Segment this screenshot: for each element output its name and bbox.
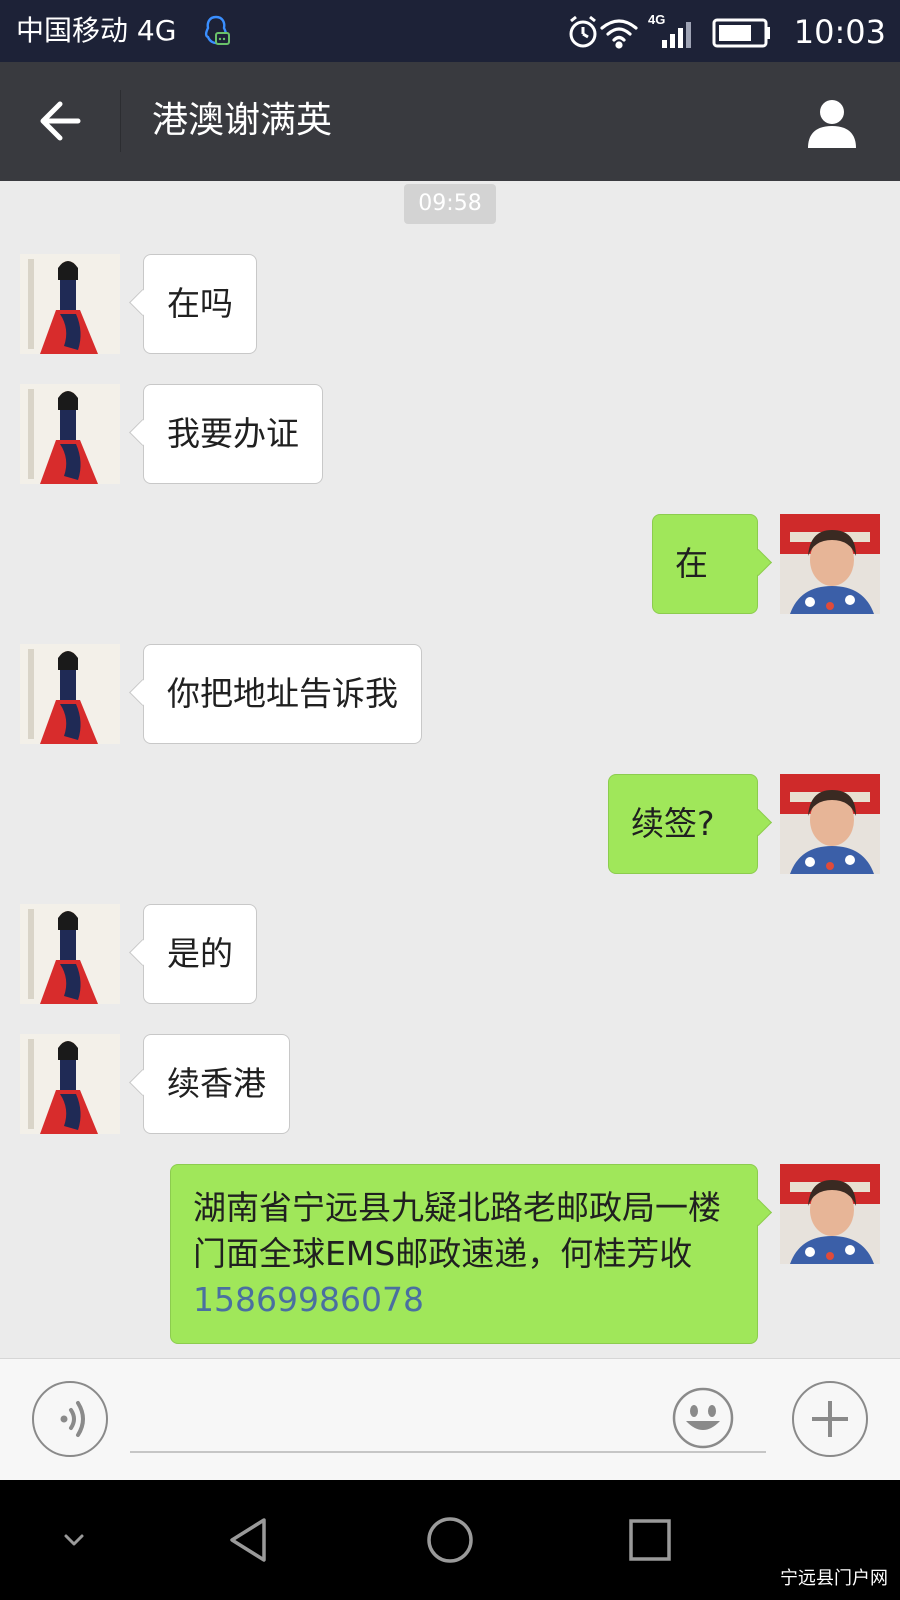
emoji-icon[interactable] [672,1387,734,1449]
voice-icon [60,1401,85,1437]
page-title: 港澳谢满英 [152,100,333,141]
phone-link[interactable]: 15869986078 [193,1280,424,1319]
user-portrait-icon [780,514,880,614]
user-portrait-icon [780,774,880,874]
back-triangle-icon[interactable] [220,1510,280,1570]
plus-icon [812,1401,848,1437]
contact-avatar[interactable] [20,1034,120,1134]
contact-portrait-icon [20,384,120,484]
system-icons: 4G [569,12,770,49]
battery-icon [712,18,770,48]
contact-portrait-icon [20,904,120,1004]
carrier-label: 中国移动 4G [16,14,177,47]
incoming-message[interactable]: 我要办证 [143,384,323,484]
chevron-down-icon[interactable] [44,1510,104,1570]
user-portrait-icon [780,1164,880,1264]
qq-icon [204,15,230,45]
svg-text:4G: 4G [648,12,665,27]
my-avatar[interactable] [780,774,880,874]
more-button[interactable] [792,1381,868,1457]
voice-button[interactable] [32,1381,108,1457]
message-timestamp: 09:58 [404,184,496,224]
profile-icon[interactable] [804,96,860,150]
recents-square-icon[interactable] [620,1510,680,1570]
outgoing-message[interactable]: 在 [652,514,758,614]
message-input-bar [0,1358,900,1481]
contact-avatar[interactable] [20,644,120,744]
outgoing-message[interactable]: 湖南省宁远县九疑北路老邮政局一楼门面全球EMS邮政速递，何桂芳收 15869986… [170,1164,758,1344]
status-bar: 中国移动 4G 4G 10:03 [0,0,900,62]
contact-avatar[interactable] [20,254,120,354]
message-input[interactable] [130,1389,766,1453]
system-nav-bar: 宁远县门户网 [0,1480,900,1600]
clock: 10:03 [793,13,886,51]
back-arrow-icon[interactable] [36,96,84,146]
incoming-message[interactable]: 续香港 [143,1034,290,1134]
contact-portrait-icon [20,644,120,744]
contact-portrait-icon [20,254,120,354]
my-avatar[interactable] [780,1164,880,1264]
outgoing-message[interactable]: 续签? [608,774,758,874]
signal-icon: 4G [648,12,691,48]
chat-header: 港澳谢满英 [0,62,900,181]
contact-portrait-icon [20,1034,120,1134]
incoming-message[interactable]: 是的 [143,904,257,1004]
incoming-message[interactable]: 在吗 [143,254,257,354]
contact-avatar[interactable] [20,904,120,1004]
contact-avatar[interactable] [20,384,120,484]
my-avatar[interactable] [780,514,880,614]
watermark: 宁远县门户网 [780,1568,888,1589]
home-circle-icon[interactable] [420,1510,480,1570]
wifi-icon [600,19,638,49]
incoming-message[interactable]: 你把地址告诉我 [143,644,422,744]
alarm-icon [569,15,597,48]
address-text: 湖南省宁远县九疑北路老邮政局一楼门面全球EMS邮政速递，何桂芳收 [193,1188,721,1273]
title-divider [120,90,121,152]
